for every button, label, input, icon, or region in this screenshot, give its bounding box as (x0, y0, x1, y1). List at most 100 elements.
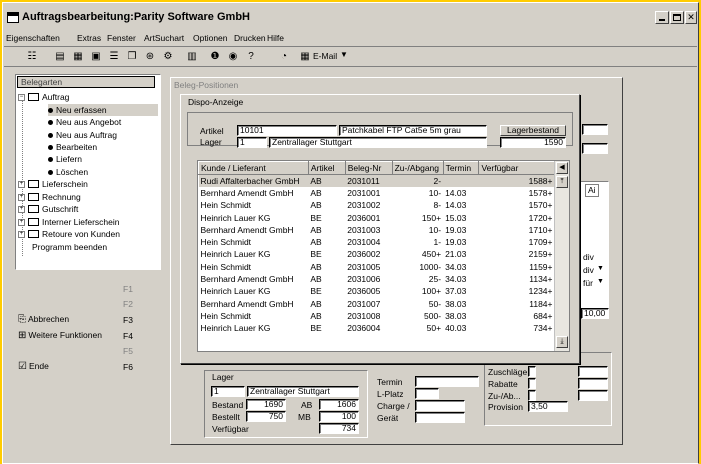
maximize-button[interactable] (670, 11, 684, 24)
calendar-icon[interactable]: ◔ (276, 48, 292, 64)
tree-node-retoure[interactable]: + Retoure von Kunden (18, 228, 120, 240)
termin-field[interactable] (415, 376, 479, 387)
cell-zu-abgang: 1000- (419, 261, 442, 272)
lplatz-field[interactable] (415, 388, 439, 399)
col-verfuegbar[interactable]: Verfügbar (478, 161, 555, 175)
zuschlaege-field[interactable] (528, 366, 536, 377)
tree-item-liefern[interactable]: Liefern (48, 153, 82, 165)
email-dropdown-icon[interactable]: ▼ (340, 50, 348, 59)
right-field-1[interactable] (582, 124, 608, 135)
scroll-top-button[interactable]: ⤒ (556, 176, 568, 188)
help-icon[interactable]: ? (243, 48, 259, 64)
rabatte-field-2[interactable] (578, 378, 608, 389)
expand-icon[interactable]: + (18, 193, 25, 201)
charge-field[interactable] (415, 400, 465, 411)
col-beleg-nr[interactable]: Beleg-Nr (344, 161, 393, 175)
dispo-row[interactable]: Hein Schmidt AB 2031005 1000- 34.03 1159+ (199, 261, 555, 273)
ende-button[interactable]: ☑ Ende (18, 361, 49, 372)
lager-name-field[interactable]: Zentrallager Stuttgart (247, 386, 359, 397)
tree-node-lieferschein[interactable]: + Lieferschein (18, 178, 88, 190)
bestellt-field: 750 (246, 411, 286, 422)
report-icon[interactable]: ▥ (184, 48, 200, 64)
window-icon[interactable]: ▣ (88, 48, 104, 64)
info-icon[interactable]: ❶ (207, 48, 223, 64)
dispo-scrollbar[interactable]: ◀ ⤒ ⤓ (554, 161, 569, 351)
col-artikel[interactable]: Artikel (307, 161, 346, 175)
abbrechen-label: Abbrechen (28, 314, 70, 324)
menu-optionen[interactable]: Optionen (193, 33, 228, 43)
dispo-row[interactable]: Bernhard Amendt GmbH AB 2031003 10- 19.03 171… (199, 224, 555, 236)
nav-header: Belegarten (17, 76, 155, 88)
grid-icon[interactable]: ▦ (70, 48, 86, 64)
menu-artsuchart[interactable]: ArtSuchart (144, 33, 184, 43)
tree-item-loeschen[interactable]: Löschen (48, 166, 88, 178)
menu-eigenschaften[interactable]: Eigenschaften (6, 33, 60, 43)
lager-nr-field[interactable]: 1 (211, 386, 245, 397)
tree-node-auftrag[interactable]: − Auftrag (18, 91, 69, 103)
provision-field[interactable]: 3,50 (528, 401, 568, 412)
tree-node-interner-lieferschein[interactable]: + Interner Lieferschein (18, 216, 120, 228)
tree-item-neu-aus-angebot[interactable]: Neu aus Angebot (48, 116, 121, 128)
zuschlaege-field-2[interactable] (578, 366, 608, 377)
menu-extras[interactable]: Extras (77, 33, 101, 43)
expand-icon[interactable]: + (18, 205, 25, 213)
weitere-funktionen-button[interactable]: ⊞ Weitere Funktionen (18, 330, 102, 341)
dispo-row[interactable]: Heinrich Lauer KG BE 2036004 50+ 40.03 734+ (199, 322, 555, 334)
dispo-row[interactable]: Hein Schmidt AB 2031002 8- 14.03 1570+ (199, 199, 555, 211)
globe-icon[interactable]: ⊛ (142, 48, 158, 64)
expand-icon[interactable]: + (18, 230, 25, 238)
right-value-2[interactable]: div (583, 265, 594, 276)
abbrechen-button[interactable]: ⎘ Abbrechen (18, 314, 69, 325)
dispo-row[interactable]: Heinrich Lauer KG BE 2036005 100+ 37.03 1234+ (199, 285, 555, 297)
cell-termin: 21.03 (445, 249, 467, 260)
dispo-row[interactable]: Hein Schmidt AB 2031004 1- 19.03 1709+ (199, 236, 555, 248)
card-icon[interactable]: ▤ (52, 48, 68, 64)
gear-icon[interactable]: ⚙ (160, 48, 176, 64)
tree-item-bearbeiten[interactable]: Bearbeiten (48, 141, 97, 153)
expand-icon[interactable]: + (18, 218, 25, 226)
col-termin[interactable]: Termin (442, 161, 480, 175)
tree-item-neu-erfassen[interactable]: Neu erfassen (48, 104, 158, 116)
target-icon[interactable]: ◉ (225, 48, 241, 64)
tree-item-programm-beenden[interactable]: Programm beenden (32, 241, 107, 253)
scroll-up-button[interactable]: ◀ (556, 162, 568, 174)
col-kunde-lieferant[interactable]: Kunde / Lieferant (198, 161, 309, 175)
dispo-row[interactable]: Bernhard Amendt GmbH AB 2031007 50- 38.03 118… (199, 297, 555, 309)
tree-item-neu-aus-auftrag[interactable]: Neu aus Auftrag (48, 129, 117, 141)
menu-fenster[interactable]: Fenster (107, 33, 136, 43)
dispo-row[interactable]: Heinrich Lauer KG BE 2036002 450+ 21.03 2159+ (199, 248, 555, 260)
cell-termin: 19.03 (445, 224, 467, 235)
dispo-row[interactable]: Bernhard Amendt GmbH AB 2031006 25- 34.03 113… (199, 273, 555, 285)
right-dropdown-icon-1[interactable]: ▼ (597, 265, 604, 272)
copy-icon[interactable]: ❐ (124, 48, 140, 64)
right-value-4[interactable]: 10,00 (581, 308, 609, 319)
scroll-bottom-button[interactable]: ⤓ (556, 336, 568, 348)
mb-label: MB (298, 412, 311, 422)
email-icon[interactable]: ▦ (297, 48, 313, 64)
collapse-icon[interactable]: − (18, 93, 25, 101)
tree-node-rechnung[interactable]: + Rechnung (18, 191, 81, 203)
minimize-button[interactable] (655, 11, 669, 24)
right-field-2[interactable] (582, 143, 608, 154)
dispo-row[interactable]: Hein Schmidt AB 2031008 500- 38.03 684+ (199, 310, 555, 322)
dispo-row[interactable]: Rudi Affalterbacher GmbH AB 2031011 2- 1588+ (198, 174, 555, 187)
expand-icon[interactable]: + (18, 180, 25, 188)
window-title: Auftragsbearbeitung:Parity Software GmbH (22, 11, 250, 23)
list-icon[interactable]: ☰ (106, 48, 122, 64)
right-value-3[interactable]: für (583, 278, 593, 289)
email-label[interactable]: E-Mail (313, 51, 337, 61)
menu-drucken[interactable]: Drucken (234, 33, 266, 43)
zuab-field[interactable] (528, 390, 536, 401)
sort-icon[interactable]: ☷ (24, 48, 40, 64)
dispo-row[interactable]: Heinrich Lauer KG BE 2036001 150+ 15.03 1720+ (199, 211, 555, 223)
zuab-field-2[interactable] (578, 390, 608, 401)
cell-artikel: AB (310, 310, 322, 321)
right-dropdown-icon-2[interactable]: ▼ (597, 278, 604, 285)
menu-hilfe[interactable]: Hilfe (267, 33, 284, 43)
col-zu-abgang[interactable]: Zu-/Abgang (391, 161, 444, 175)
geraet-field[interactable] (415, 412, 465, 423)
rabatte-field[interactable] (528, 378, 536, 389)
close-button[interactable]: ✕ (685, 11, 697, 24)
dispo-row[interactable]: Bernhard Amendt GmbH AB 2031001 10- 14.03 157… (199, 187, 555, 199)
tree-node-gutschrift[interactable]: + Gutschrift (18, 203, 78, 215)
